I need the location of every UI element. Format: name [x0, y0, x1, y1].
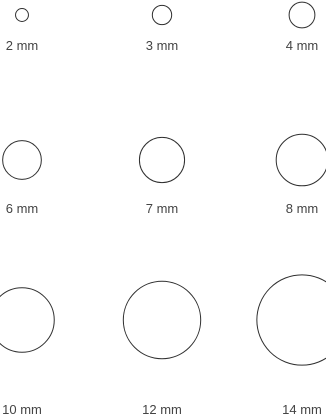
- size-circle-2mm: [15, 8, 29, 22]
- size-circle-4mm: [288, 1, 316, 29]
- size-label-8mm: 8 mm: [286, 201, 319, 216]
- size-label-10mm: 10 mm: [2, 402, 42, 417]
- size-label-7mm: 7 mm: [146, 201, 179, 216]
- size-circle-7mm: [138, 136, 186, 184]
- size-label-4mm: 4 mm: [286, 38, 319, 53]
- size-label-2mm: 2 mm: [6, 38, 39, 53]
- size-circle-10mm: [0, 287, 55, 353]
- size-circle-3mm: [151, 4, 173, 26]
- size-circle-8mm: [275, 133, 326, 187]
- size-label-3mm: 3 mm: [146, 38, 179, 53]
- size-chart: 2 mm 3 mm 4 mm 6 mm 7 mm 8 mm 10 mm 12 mm 14 mm: [0, 1, 326, 417]
- size-circle-12mm: [122, 280, 202, 360]
- size-circle-14mm: [256, 274, 326, 366]
- size-label-6mm: 6 mm: [6, 201, 39, 216]
- size-label-14mm: 14 mm: [282, 402, 322, 417]
- size-circle-6mm: [2, 140, 42, 180]
- size-label-12mm: 12 mm: [142, 402, 182, 417]
